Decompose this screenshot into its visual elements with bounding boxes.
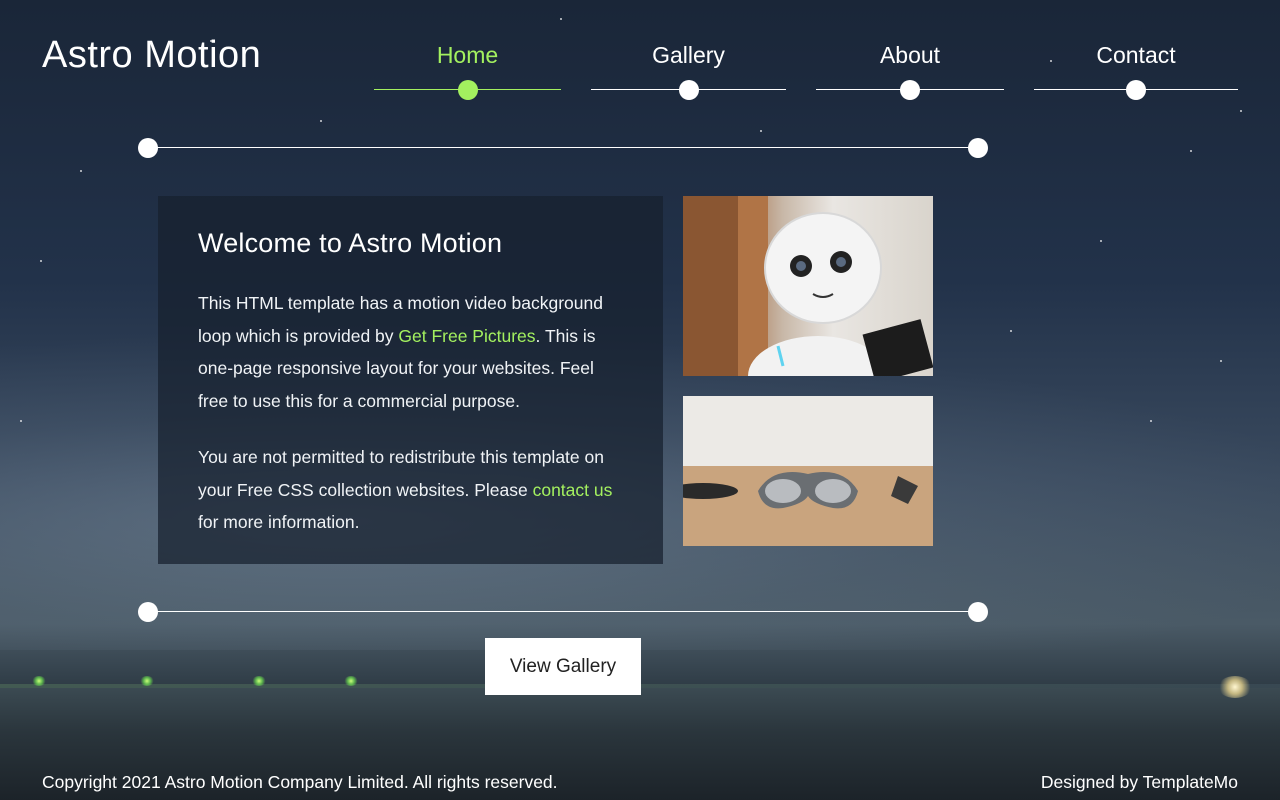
get-free-pictures-link[interactable]: Get Free Pictures <box>398 326 535 346</box>
nav-label-gallery: Gallery <box>652 42 725 68</box>
designer-credit: Designed by TemplateMo <box>1040 772 1238 792</box>
nav-dot <box>679 80 699 100</box>
divider-dot-right <box>968 602 988 622</box>
divider-line <box>148 611 978 612</box>
bottom-divider <box>138 602 988 622</box>
nav-label-home: Home <box>436 42 499 68</box>
nav-item-about[interactable]: About <box>816 42 1004 102</box>
view-gallery-button[interactable]: View Gallery <box>485 638 641 695</box>
nav-item-home[interactable]: Home <box>374 42 561 102</box>
vr-glasses-photo <box>683 396 933 546</box>
welcome-panel: Welcome to Astro Motion This HTML templa… <box>158 196 663 564</box>
main-nav: Home Gallery About Contact <box>0 42 1280 102</box>
nav-dot <box>900 80 920 100</box>
robot-photo <box>683 196 933 376</box>
nav-item-gallery[interactable]: Gallery <box>591 42 786 102</box>
welcome-paragraph-1: This HTML template has a motion video ba… <box>198 287 623 417</box>
divider-dot-left <box>138 138 158 158</box>
contact-us-link[interactable]: contact us <box>533 480 613 500</box>
top-divider <box>138 138 988 158</box>
nav-dot <box>458 80 478 100</box>
nav-label-about: About <box>879 42 941 68</box>
divider-line <box>148 147 978 148</box>
welcome-paragraph-2: You are not permitted to redistribute th… <box>198 441 623 539</box>
nav-item-contact[interactable]: Contact <box>1034 42 1238 102</box>
nav-dot <box>1126 80 1146 100</box>
copyright-text: Copyright 2021 Astro Motion Company Limi… <box>42 772 558 792</box>
divider-dot-right <box>968 138 988 158</box>
p2-text-after: for more information. <box>198 512 360 532</box>
divider-dot-left <box>138 602 158 622</box>
welcome-title: Welcome to Astro Motion <box>198 228 503 258</box>
nav-label-contact: Contact <box>1096 42 1176 68</box>
